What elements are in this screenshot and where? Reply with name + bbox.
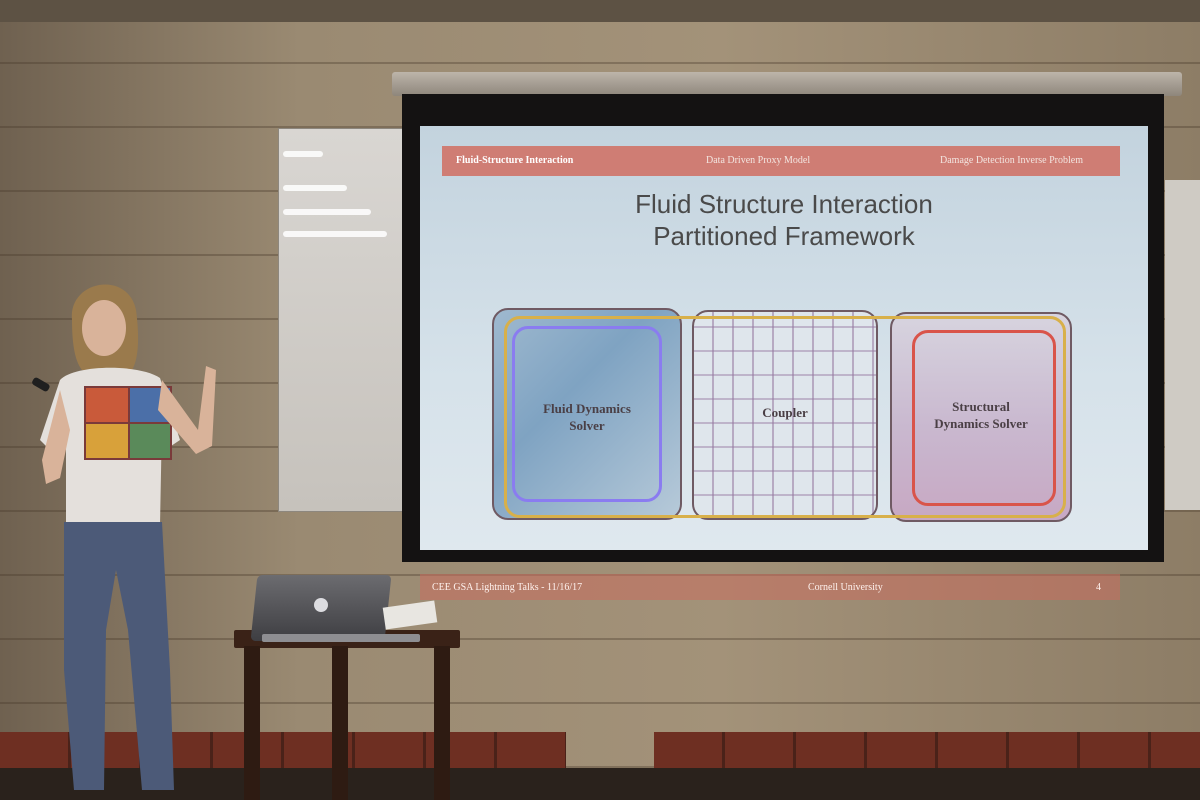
whiteboard-glare: [283, 209, 371, 215]
slide-header-section-3: Damage Detection Inverse Problem: [940, 155, 1084, 166]
apple-logo-icon: [314, 598, 328, 612]
shirt-graphic-part: [86, 388, 128, 422]
slide-footer: CEE GSA Lightning Talks - 11/16/17 Corne…: [420, 574, 1120, 600]
slide-title-line1: Fluid Structure Interaction: [635, 189, 933, 219]
shirt-graphic-part: [86, 424, 128, 458]
shirt-graphic-part: [130, 424, 170, 458]
slide-page-number: 4: [1096, 582, 1101, 593]
laptop-base: [262, 634, 420, 642]
slide-footer-event: CEE GSA Lightning Talks - 11/16/17: [432, 582, 583, 593]
presenter: [32, 284, 216, 790]
projected-slide: Fluid-Structure Interaction Data Driven …: [420, 126, 1148, 550]
brick-wainscot-right: [654, 732, 1200, 768]
whiteboard-glare: [283, 151, 323, 157]
whiteboard: [278, 128, 408, 512]
table-leg: [434, 646, 450, 800]
slide-header-nav: Fluid-Structure Interaction Data Driven …: [442, 146, 1120, 176]
slide-title-line2: Partitioned Framework: [653, 221, 915, 251]
whiteboard-glare: [283, 231, 387, 237]
ceiling: [0, 0, 1200, 22]
slide-header-section-active: Fluid-Structure Interaction: [456, 155, 574, 166]
table-leg: [332, 646, 348, 800]
whiteboard-right: [1165, 180, 1200, 510]
whiteboard-glare: [283, 185, 347, 191]
slide-footer-institution: Cornell University: [808, 582, 883, 593]
presentation-remote: [32, 377, 50, 392]
coupling-loop: [504, 316, 1066, 518]
presenter-face: [82, 300, 126, 356]
presenter-jeans: [64, 522, 174, 790]
projector-screen-housing: [392, 72, 1182, 96]
slide-header-section-2: Data Driven Proxy Model: [706, 155, 811, 166]
table-leg: [244, 646, 260, 800]
